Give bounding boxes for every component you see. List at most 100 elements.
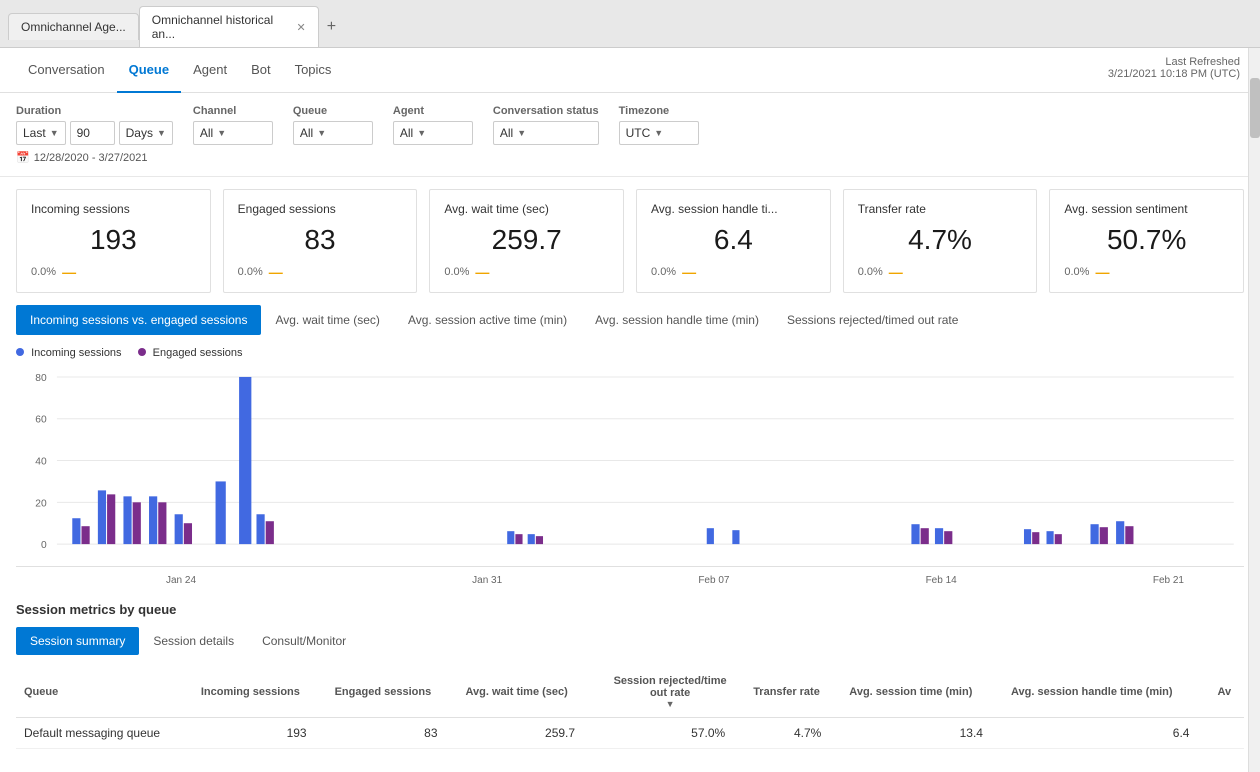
table-tab-session-details[interactable]: Session details	[139, 627, 248, 655]
nav-item-topics[interactable]: Topics	[283, 48, 344, 93]
kpi-value: 4.7%	[858, 224, 1023, 256]
col-header-avg-handle: Avg. session handle time (min)	[1003, 667, 1209, 718]
nav-item-conversation[interactable]: Conversation	[16, 48, 117, 93]
kpi-title: Incoming sessions	[31, 202, 196, 216]
add-tab-button[interactable]: +	[319, 14, 344, 40]
chevron-down-icon: ▼	[50, 128, 59, 138]
kpi-footer: 0.0% —	[858, 264, 1023, 280]
cell-incoming: 193	[193, 718, 327, 749]
conv-status-select[interactable]: All ▼	[493, 121, 599, 145]
bar-incoming	[72, 518, 80, 544]
kpi-value: 193	[31, 224, 196, 256]
chart-tab-sessions-rejected[interactable]: Sessions rejected/timed out rate	[773, 305, 972, 335]
cell-engaged: 83	[327, 718, 458, 749]
bar-engaged	[1125, 526, 1133, 544]
chart-x-labels: Jan 24 Jan 31 Feb 07 Feb 14 Feb 21	[16, 571, 1244, 590]
kpi-footer: 0.0% —	[444, 264, 609, 280]
bar-engaged	[1100, 527, 1108, 544]
filter-timezone: Timezone UTC ▼	[619, 105, 699, 145]
kpi-value: 50.7%	[1064, 224, 1229, 256]
bar-engaged	[944, 531, 952, 544]
last-refreshed-value: 3/21/2021 10:18 PM (UTC)	[1108, 68, 1240, 80]
cell-av	[1209, 718, 1244, 749]
bar-incoming	[528, 534, 535, 544]
bar-engaged	[81, 526, 89, 544]
duration-label: Duration	[16, 105, 173, 117]
close-tab-icon[interactable]: ✕	[297, 21, 306, 34]
x-label-jan31: Jan 31	[472, 575, 502, 586]
bar-incoming	[707, 528, 714, 544]
conv-status-label: Conversation status	[493, 105, 599, 117]
bar-engaged	[133, 502, 141, 544]
timezone-select[interactable]: UTC ▼	[619, 121, 699, 145]
chart-tab-bar: Incoming sessions vs. engaged sessions A…	[0, 305, 1260, 335]
chart-tab-avg-active[interactable]: Avg. session active time (min)	[394, 305, 581, 335]
bar-incoming	[732, 530, 739, 544]
kpi-value: 259.7	[444, 224, 609, 256]
duration-preset-select[interactable]: Last ▼	[16, 121, 66, 145]
chart-tab-avg-wait[interactable]: Avg. wait time (sec)	[261, 305, 393, 335]
svg-text:40: 40	[35, 457, 47, 468]
main-app: Conversation Queue Agent Bot Topics Last…	[0, 48, 1260, 772]
channel-select[interactable]: All ▼	[193, 121, 273, 145]
nav-item-agent[interactable]: Agent	[181, 48, 239, 93]
chart-area: Incoming sessions Engaged sessions 80 60…	[0, 335, 1260, 590]
chevron-down-icon: ▼	[217, 128, 226, 138]
last-refreshed-label: Last Refreshed	[1108, 56, 1240, 68]
col-header-rejected: Session rejected/time out rate ▼	[595, 667, 745, 718]
last-refreshed-info: Last Refreshed 3/21/2021 10:18 PM (UTC)	[1108, 56, 1240, 80]
kpi-footer: 0.0% —	[651, 264, 816, 280]
tab-label: Omnichannel Age...	[21, 20, 126, 34]
nav-item-bot[interactable]: Bot	[239, 48, 283, 93]
queue-label: Queue	[293, 105, 373, 117]
bar-incoming	[175, 514, 183, 544]
scrollbar-thumb[interactable]	[1250, 78, 1260, 138]
kpi-footer: 0.0% —	[31, 264, 196, 280]
chevron-down-icon: ▼	[317, 128, 326, 138]
kpi-title: Avg. session handle ti...	[651, 202, 816, 216]
bar-engaged	[266, 521, 274, 544]
duration-controls: Last ▼ 90 Days ▼	[16, 121, 173, 145]
duration-unit-select[interactable]: Days ▼	[119, 121, 173, 145]
bar-incoming	[149, 496, 157, 544]
agent-select[interactable]: All ▼	[393, 121, 473, 145]
kpi-incoming-sessions: Incoming sessions 193 0.0% —	[16, 189, 211, 293]
table-tab-consult-monitor[interactable]: Consult/Monitor	[248, 627, 360, 655]
chevron-down-icon: ▼	[417, 128, 426, 138]
queue-select[interactable]: All ▼	[293, 121, 373, 145]
table-row: Default messaging queue 193 83 259.7 57.…	[16, 718, 1244, 749]
kpi-transfer-rate: Transfer rate 4.7% 0.0% —	[843, 189, 1038, 293]
sort-arrow-icon[interactable]: ▼	[666, 699, 675, 709]
browser-tab-bar: Omnichannel Age... Omnichannel historica…	[0, 0, 1260, 48]
chevron-down-icon: ▼	[654, 128, 663, 138]
tab-omnichannel-historical[interactable]: Omnichannel historical an... ✕	[139, 6, 319, 47]
chart-svg: 80 60 40 20 0	[16, 367, 1244, 566]
col-header-engaged: Engaged sessions	[327, 667, 458, 718]
legend-incoming: Incoming sessions	[16, 347, 122, 359]
table-tab-bar: Session summary Session details Consult/…	[16, 627, 1244, 655]
legend-dot-blue	[16, 348, 24, 356]
tab-label: Omnichannel historical an...	[152, 13, 291, 41]
nav-item-queue[interactable]: Queue	[117, 48, 181, 93]
bar-incoming	[1116, 521, 1124, 544]
filter-channel: Channel All ▼	[193, 105, 273, 145]
filter-bar: Duration Last ▼ 90 Days ▼ C	[0, 93, 1260, 177]
col-header-incoming: Incoming sessions	[193, 667, 327, 718]
bar-engaged	[921, 528, 929, 544]
bar-incoming	[911, 524, 919, 544]
col-header-av: Av	[1209, 667, 1244, 718]
svg-text:60: 60	[35, 415, 47, 426]
svg-text:20: 20	[35, 498, 47, 509]
chart-tab-avg-handle[interactable]: Avg. session handle time (min)	[581, 305, 773, 335]
filter-duration: Duration Last ▼ 90 Days ▼	[16, 105, 173, 145]
session-metrics-section: Session metrics by queue Session summary…	[0, 590, 1260, 761]
chart-tab-incoming-vs-engaged[interactable]: Incoming sessions vs. engaged sessions	[16, 305, 261, 335]
bar-incoming	[1046, 531, 1053, 544]
top-navigation: Conversation Queue Agent Bot Topics Last…	[0, 48, 1260, 93]
vertical-scrollbar[interactable]	[1248, 48, 1260, 772]
table-tab-session-summary[interactable]: Session summary	[16, 627, 139, 655]
bar-engaged	[1055, 534, 1062, 544]
duration-value-input[interactable]: 90	[70, 121, 115, 145]
cell-avg-handle: 6.4	[1003, 718, 1209, 749]
tab-omnichannel-agent[interactable]: Omnichannel Age...	[8, 13, 139, 40]
